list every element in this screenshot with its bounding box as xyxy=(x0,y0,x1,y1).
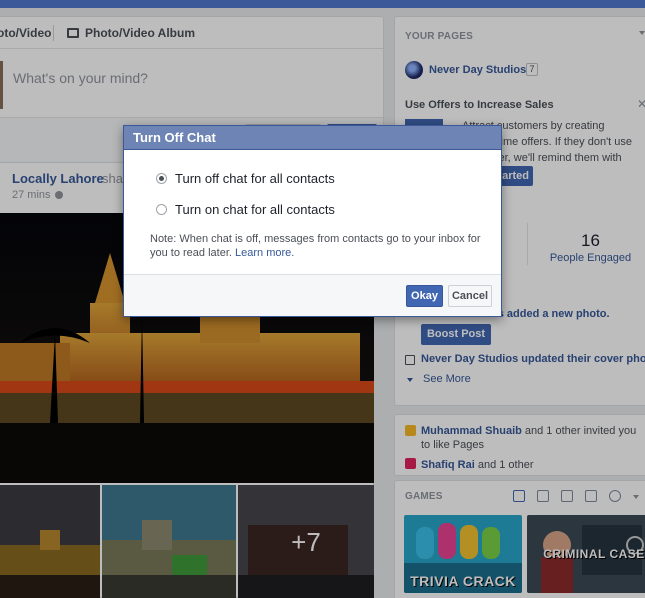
option-turn-off-label: Turn off chat for all contacts xyxy=(175,171,335,186)
learn-more-link[interactable]: Learn more. xyxy=(235,247,294,259)
option-turn-off-chat[interactable]: Turn off chat for all contacts xyxy=(156,171,335,186)
top-navigation-bar xyxy=(0,0,645,8)
radio-button[interactable] xyxy=(156,204,167,215)
okay-button[interactable]: Okay xyxy=(406,285,443,307)
cancel-button[interactable]: Cancel xyxy=(448,285,492,307)
option-turn-on-label: Turn on chat for all contacts xyxy=(175,202,335,217)
option-turn-on-chat[interactable]: Turn on chat for all contacts xyxy=(156,202,335,217)
turn-off-chat-dialog: Turn Off Chat Turn off chat for all cont… xyxy=(123,125,502,317)
dialog-title: Turn Off Chat xyxy=(124,126,501,150)
radio-button-selected[interactable] xyxy=(156,173,167,184)
chat-off-note: Note: When chat is off, messages from co… xyxy=(150,232,485,260)
note-text: Note: When chat is off, messages from co… xyxy=(150,233,481,259)
dialog-footer: Okay Cancel xyxy=(124,274,501,316)
